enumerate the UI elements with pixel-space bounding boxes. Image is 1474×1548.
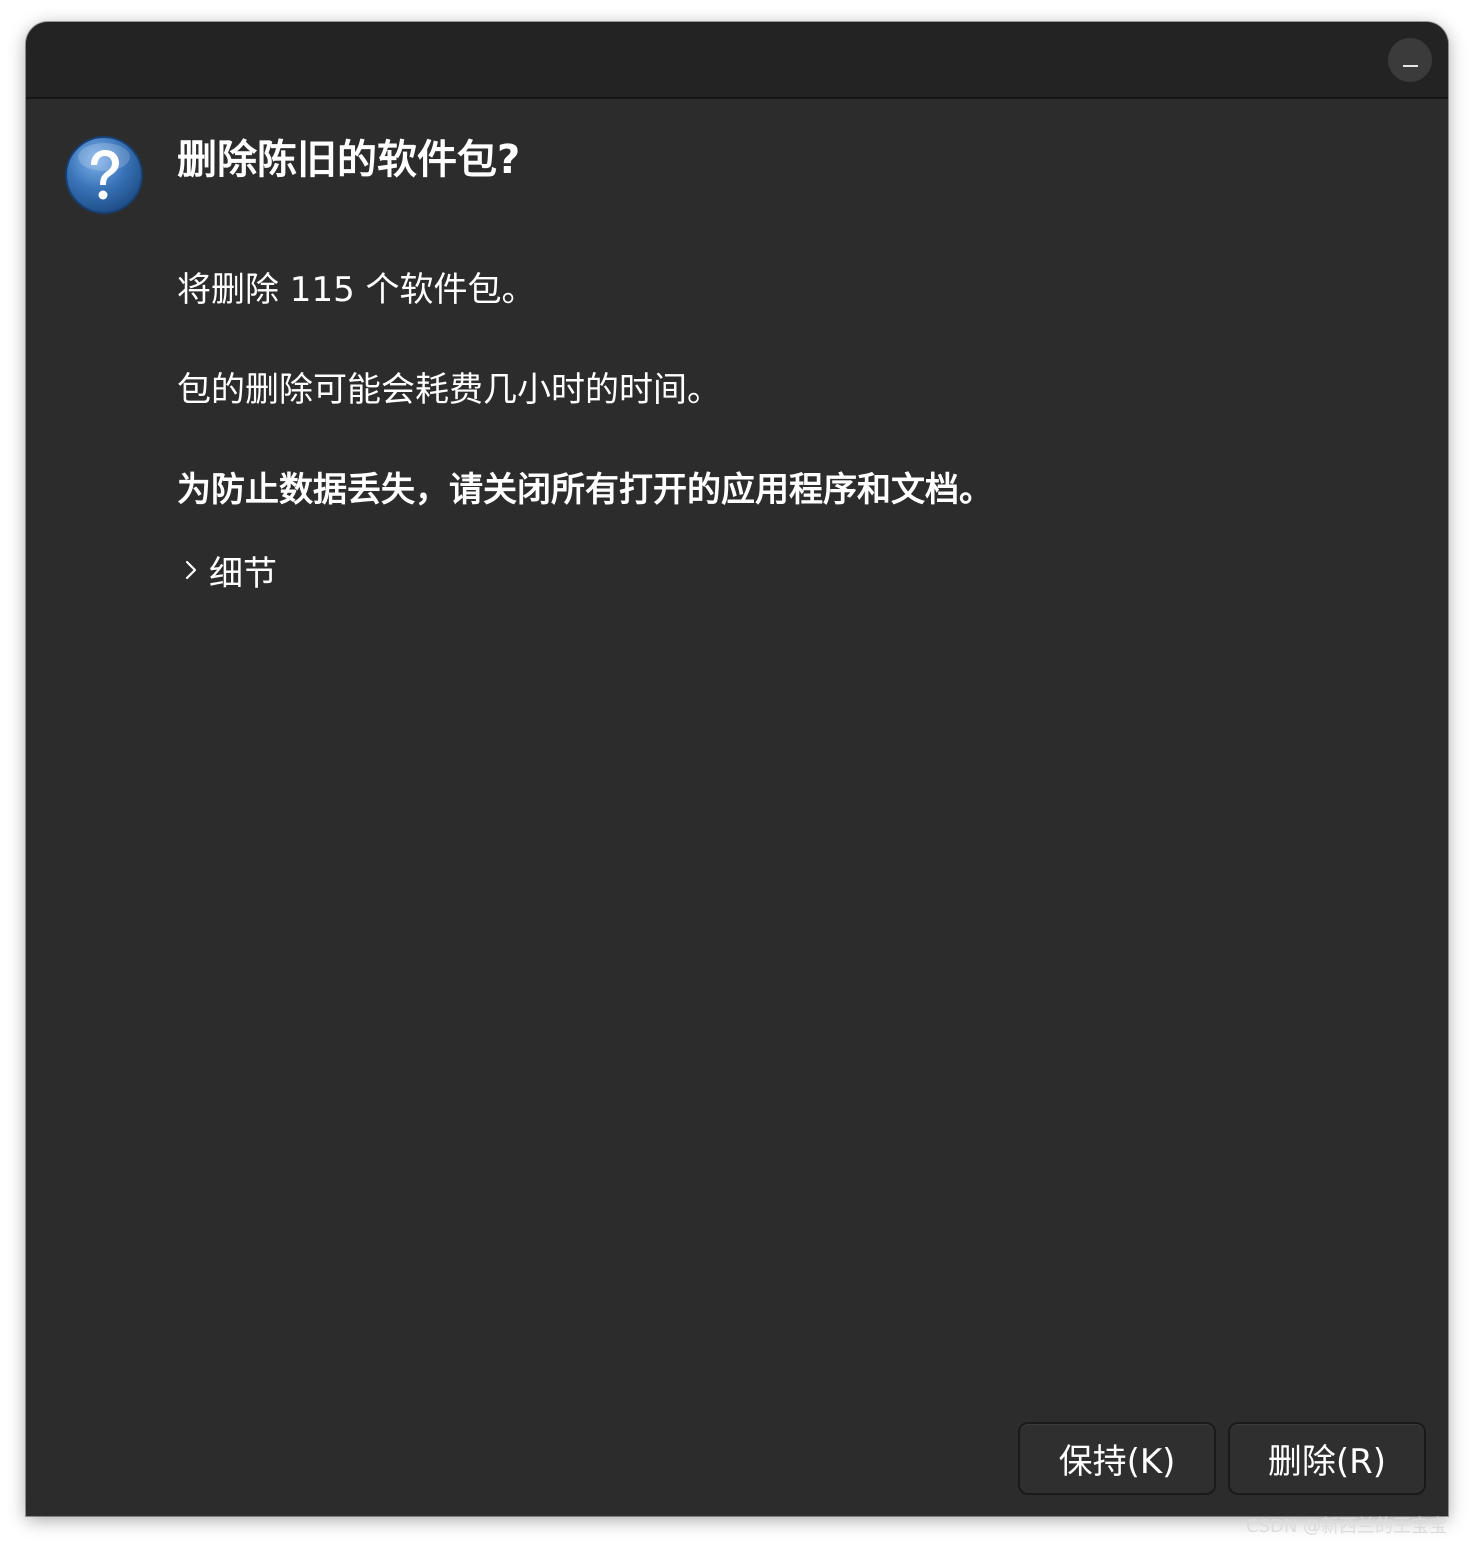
titlebar[interactable] <box>26 22 1448 99</box>
duration-text: 包的删除可能会耗费几小时的时间。 <box>177 370 721 410</box>
remove-button[interactable]: 删除(R) <box>1228 1422 1426 1495</box>
minimize-button[interactable] <box>1388 38 1432 82</box>
package-count-text: 将删除 115 个软件包。 <box>177 270 536 310</box>
remove-button-label: 删除(R) <box>1267 1442 1387 1482</box>
dialog-window: 删除陈旧的软件包? 将删除 115 个软件包。 包的删除可能会耗费几小时的时间。… <box>26 22 1448 1516</box>
warning-text: 为防止数据丢失，请关闭所有打开的应用程序和文档。 <box>177 470 993 510</box>
keep-button[interactable]: 保持(K) <box>1018 1422 1216 1495</box>
minimize-icon <box>1403 65 1418 67</box>
details-expander[interactable]: 细节 <box>181 548 277 594</box>
watermark: CSDN @新西兰的王宝宝 <box>1246 1516 1448 1537</box>
details-label: 细节 <box>209 553 277 594</box>
chevron-right-icon <box>185 560 197 580</box>
question-icon <box>65 136 143 214</box>
dialog-title: 删除陈旧的软件包? <box>177 137 521 183</box>
keep-button-label: 保持(K) <box>1058 1442 1176 1482</box>
